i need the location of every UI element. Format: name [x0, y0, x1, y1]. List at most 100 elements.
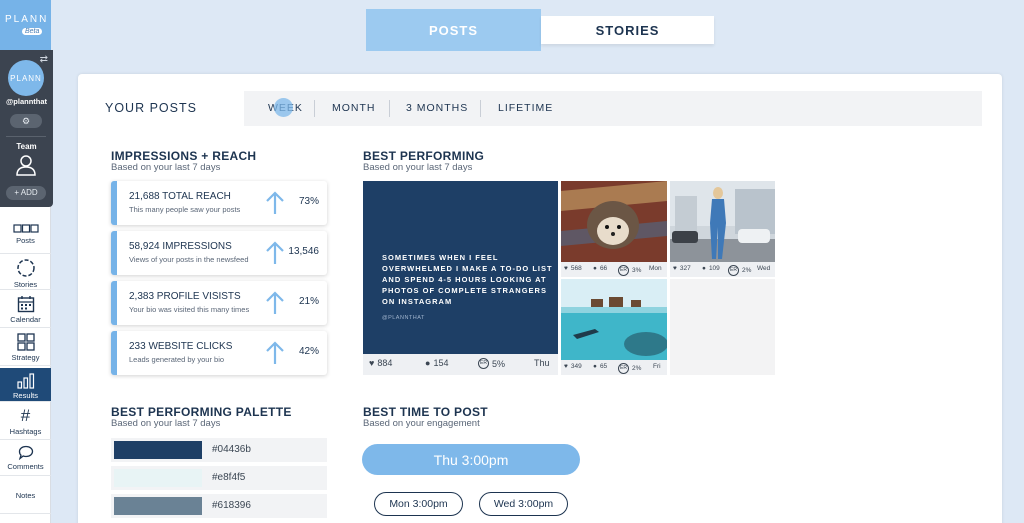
sidebar-item-label: Stories	[13, 280, 38, 289]
heart-icon: ♥	[564, 363, 568, 370]
thumbnail-stats: ♥ 568 ● 66 ER 3% Mon	[561, 262, 667, 277]
account-handle: @plannthat	[5, 97, 48, 106]
palette-row: #04436b	[111, 438, 327, 462]
plann-logo[interactable]: PLANN Beta	[0, 0, 51, 50]
heart-icon: ♥	[673, 265, 677, 272]
sidebar-item-notes[interactable]: Notes	[0, 476, 51, 514]
metric-title: 2,383 PROFILE VISISTS	[129, 291, 241, 302]
sidebar-item-comments[interactable]: Comments	[0, 440, 51, 476]
color-hex: #618396	[212, 500, 251, 511]
engagement-stat: ER 5%	[478, 358, 505, 369]
sidebar-item-calendar[interactable]: Calendar	[0, 290, 51, 328]
metric-title: 233 WEBSITE CLICKS	[129, 341, 233, 352]
settings-button[interactable]: ⚙	[10, 114, 42, 128]
top-post-image[interactable]: SOMETIMES WHEN I FEEL OVERWHELMED I MAKE…	[363, 181, 558, 354]
likes-stat: ♥ 568	[564, 265, 582, 272]
sidebar-item-stories[interactable]: Stories	[0, 254, 51, 290]
street-fashion-photo	[670, 181, 775, 262]
color-hex: #04436b	[212, 444, 251, 455]
metric-card: 58,924 IMPRESSIONS Views of your posts i…	[111, 231, 327, 275]
divider	[480, 100, 481, 117]
sidebar-item-label: Hashtags	[9, 427, 42, 436]
comments-count: 66	[599, 265, 608, 272]
impressions-title: IMPRESSIONS + REACH	[111, 149, 257, 163]
best-performing-subtitle: Based on your last 7 days	[363, 162, 473, 173]
period-month[interactable]: MONTH	[332, 91, 376, 126]
sidebar-item-label: Results	[12, 391, 38, 400]
post-thumbnail[interactable]	[561, 181, 667, 262]
tab-posts[interactable]: POSTS	[366, 9, 541, 51]
sidebar-item-results[interactable]: Results	[0, 368, 51, 402]
comments-count: 109	[708, 265, 720, 272]
sidebar-item-strategy[interactable]: Strategy	[0, 328, 51, 366]
post-thumbnail[interactable]	[670, 181, 775, 262]
engagement-stat: ER 2%	[728, 265, 751, 276]
sidebar-item-label: Comments	[7, 462, 44, 471]
comment-icon: ●	[702, 265, 706, 272]
sidebar-item-label: Strategy	[11, 353, 40, 362]
sidebar-item-hashtags[interactable]: # Hashtags	[0, 404, 51, 440]
palette-row: #e8f4f5	[111, 466, 327, 490]
best-performing-title: BEST PERFORMING	[363, 149, 485, 163]
period-3-months[interactable]: 3 MONTHS	[406, 91, 468, 126]
metric-title: 58,924 IMPRESSIONS	[129, 241, 232, 252]
avatar[interactable]: PLANN	[8, 60, 44, 96]
post-day: Mon	[649, 265, 662, 272]
comments-stat: ● 66	[593, 265, 607, 272]
strategy-grid-icon	[16, 333, 35, 351]
best-time-pill: Thu 3:00pm	[362, 444, 580, 475]
likes-count: 884	[377, 358, 393, 368]
sidebar-item-label: Notes	[15, 491, 36, 500]
arrow-up-icon	[266, 341, 284, 364]
color-swatch	[114, 441, 202, 459]
sidebar-item-label: Calendar	[10, 315, 41, 324]
ocean-photo	[561, 279, 667, 360]
logo-text: PLANN	[5, 14, 49, 25]
post-thumbnail[interactable]	[561, 279, 667, 360]
tab-stories[interactable]: STORIES	[541, 16, 714, 44]
stories-circle-icon	[16, 259, 35, 277]
metric-value: 13,546	[288, 246, 319, 257]
beta-badge: Beta	[22, 28, 43, 35]
page-title: YOUR POSTS	[105, 101, 197, 115]
metric-value: 73%	[298, 196, 319, 207]
add-team-button[interactable]: + ADD	[6, 186, 46, 200]
comments-count: 65	[599, 363, 608, 370]
metric-description: Leads generated by your bio	[129, 355, 225, 364]
sidebar-item-posts[interactable]: Posts	[0, 218, 51, 254]
period-selector: WEEK MONTH 3 MONTHS LIFETIME	[244, 91, 982, 126]
arrow-up-icon	[266, 191, 284, 214]
palette-subtitle: Based on your last 7 days	[111, 418, 221, 429]
calendar-icon	[17, 296, 34, 313]
comment-icon	[18, 445, 33, 460]
period-lifetime[interactable]: LIFETIME	[498, 91, 553, 126]
likes-stat: ♥ 349	[564, 363, 582, 370]
switch-account-icon[interactable]: ⇄	[40, 54, 48, 65]
post-day: Thu	[534, 358, 550, 368]
heart-icon: ♥	[369, 358, 375, 368]
comments-stat: ● 65	[593, 363, 607, 370]
color-swatch	[114, 497, 202, 515]
selected-period-indicator	[274, 98, 293, 117]
profile-panel: ⇄ PLANN @plannthat ⚙ Team + ADD	[0, 50, 53, 207]
post-day: Wed	[757, 265, 771, 272]
divider	[6, 136, 46, 137]
thumbnail-stats: ♥ 327 ● 109 ER 2% Wed	[670, 262, 775, 277]
bar-chart-icon	[16, 373, 34, 389]
comment-icon: ●	[593, 265, 597, 272]
engagement-rate-icon: ER	[618, 265, 629, 276]
team-label: Team	[16, 142, 37, 151]
top-post-stats: ♥ 884 ● 154 ER 5% Thu	[363, 354, 558, 375]
comments-stat: ● 154	[425, 358, 448, 368]
alt-time-pill: Mon 3:00pm	[374, 492, 463, 516]
engagement-stat: ER 2%	[618, 363, 641, 374]
best-time-title: BEST TIME TO POST	[363, 405, 488, 419]
metric-title: 21,688 TOTAL REACH	[129, 191, 231, 202]
palette-title: BEST PERFORMING PALETTE	[111, 405, 292, 419]
empty-post-slot	[670, 279, 775, 375]
color-hex: #e8f4f5	[212, 472, 246, 483]
metric-value: 42%	[298, 346, 319, 357]
user-icon	[16, 155, 36, 176]
post-day: Fri	[653, 363, 661, 370]
metric-description: This many people saw your posts	[129, 205, 241, 214]
